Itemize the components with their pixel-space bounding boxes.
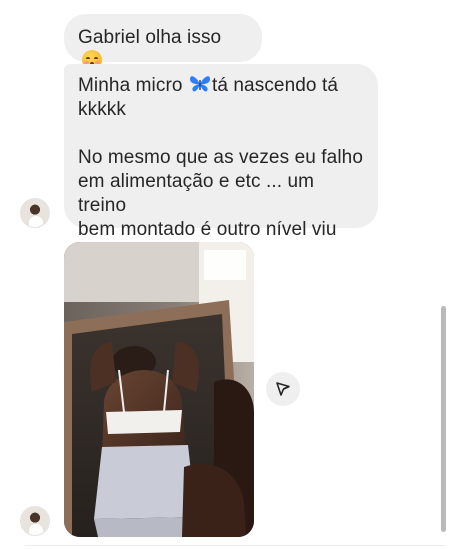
message-line: Minha micro tá nascendo tá bbox=[78, 74, 364, 98]
butterfly-icon bbox=[189, 76, 210, 92]
scrollbar[interactable] bbox=[441, 306, 446, 532]
message-text: tá nascendo tá bbox=[211, 75, 339, 96]
share-button[interactable] bbox=[266, 372, 300, 406]
sender-avatar[interactable] bbox=[20, 198, 50, 228]
message-line: kkkkk bbox=[78, 99, 126, 120]
message-line: em alimentação e etc ... um treino bbox=[78, 171, 315, 216]
sender-avatar[interactable] bbox=[20, 506, 50, 536]
divider bbox=[25, 545, 445, 546]
photo-message[interactable] bbox=[64, 242, 254, 537]
chat-thread: Gabriel olha isso Minha micro tá nascend… bbox=[0, 0, 450, 549]
message-text: Gabriel olha isso bbox=[78, 27, 222, 48]
send-arrow-icon bbox=[276, 382, 290, 396]
message-text: Minha micro bbox=[78, 75, 183, 96]
message-line: bem montado é outro nível viu bbox=[78, 219, 337, 240]
photo-icon bbox=[64, 242, 254, 537]
message-bubble[interactable]: Gabriel olha isso bbox=[64, 14, 262, 70]
message-line: No mesmo que as vezes eu falho bbox=[78, 147, 363, 168]
message-bubble[interactable]: Minha micro tá nascendo tá kkkkk No mesm… bbox=[64, 64, 378, 240]
